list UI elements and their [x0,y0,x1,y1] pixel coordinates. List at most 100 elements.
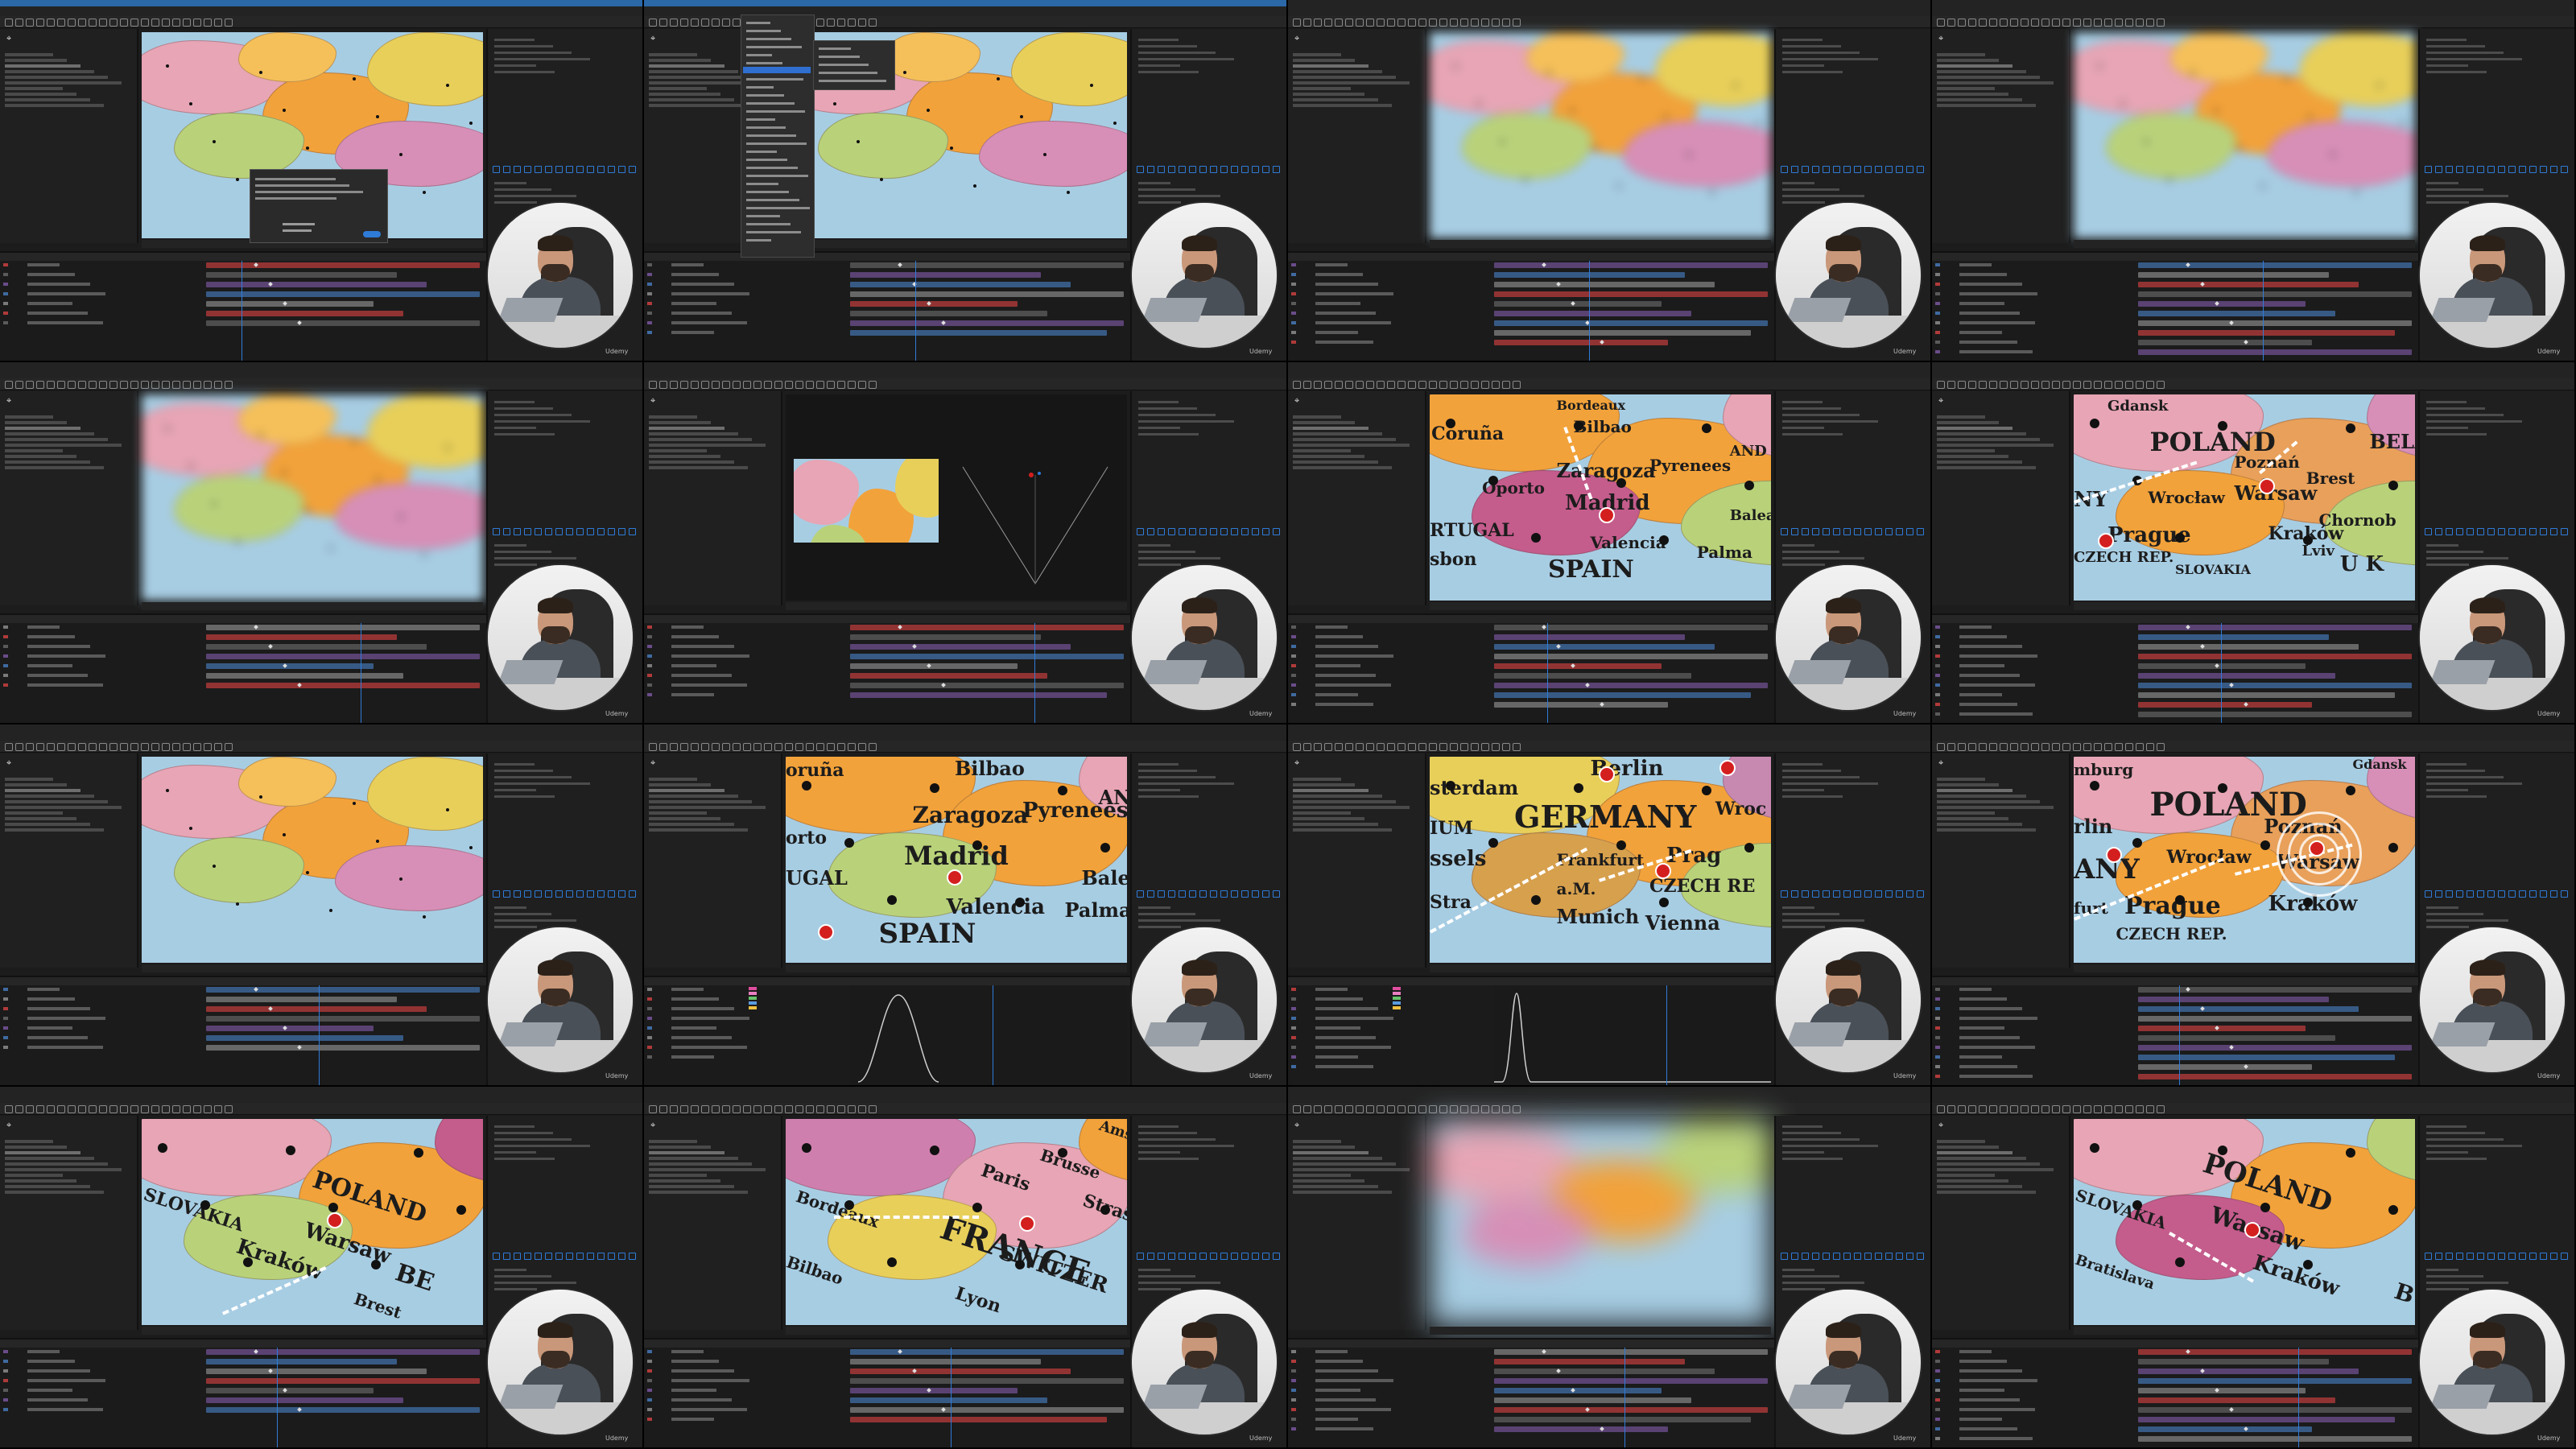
tool-icon[interactable] [722,743,730,751]
tool-icon[interactable] [2115,1105,2123,1113]
submenu-item[interactable] [819,64,869,66]
panel-item[interactable] [1138,64,1180,67]
layer-bar[interactable] [850,262,1124,268]
layer-bar[interactable] [2138,663,2306,669]
align-icon[interactable] [2508,1253,2516,1260]
layer-bar[interactable] [850,1417,1107,1422]
align-icon[interactable] [2477,890,2484,898]
align-icon[interactable] [1220,166,1228,173]
layer-bar[interactable] [2138,1426,2312,1432]
panel-item[interactable] [494,551,551,553]
layer-bar[interactable] [2138,1064,2312,1070]
project-item[interactable] [649,795,738,798]
project-item[interactable] [649,778,697,781]
project-item[interactable] [1293,93,1364,96]
project-item[interactable] [1937,778,1985,781]
tool-icon[interactable] [649,19,657,27]
tool-icon[interactable] [2104,381,2112,389]
align-icon[interactable] [1199,1253,1207,1260]
project-item[interactable] [1937,53,1985,56]
panel-item[interactable] [2426,414,2504,416]
tool-icon[interactable] [1513,1105,1521,1113]
layer-row[interactable] [647,1378,840,1383]
align-icon[interactable] [1917,890,1924,898]
tool-icon[interactable] [162,19,170,27]
tool-icon[interactable] [15,743,23,751]
tool-icon[interactable] [1989,743,1997,751]
project-item[interactable] [1293,449,1351,452]
panel-item[interactable] [2426,64,2468,67]
layer-bar[interactable] [1494,301,1662,307]
align-icon[interactable] [1252,166,1259,173]
tool-icon[interactable] [2062,743,2070,751]
tool-icon[interactable] [691,381,699,389]
align-icon[interactable] [493,1253,500,1260]
panel-item[interactable] [494,1275,551,1278]
align-icon[interactable] [2446,1253,2453,1260]
project-item[interactable] [5,778,53,781]
tool-icon[interactable] [1471,381,1479,389]
panel-item[interactable] [2426,1138,2504,1141]
layer-row[interactable] [1291,1378,1484,1383]
ok-button[interactable] [363,231,381,237]
tool-icon[interactable] [2031,381,2039,389]
project-item[interactable] [649,1140,697,1143]
align-icon[interactable] [576,1253,584,1260]
tool-icon[interactable] [2136,381,2144,389]
project-item[interactable] [1937,828,2036,832]
project-item[interactable] [5,81,122,85]
layer-row[interactable] [1291,320,1484,325]
layer-row[interactable] [647,1368,840,1373]
tool-icon[interactable] [1492,1105,1500,1113]
align-icon[interactable] [514,166,521,173]
tool-icon[interactable] [1418,743,1426,751]
layer-bar[interactable] [1494,702,1668,708]
project-item[interactable] [1937,823,2022,826]
align-icon[interactable] [1823,1253,1830,1260]
align-icon[interactable] [2446,166,2453,173]
tool-icon[interactable] [141,743,149,751]
layer-bar[interactable] [850,1378,1124,1384]
layer-bar[interactable] [206,1349,480,1355]
panel-item[interactable] [1138,433,1199,436]
layer-row[interactable] [1935,320,2128,325]
align-icon[interactable] [2550,166,2557,173]
layer-row[interactable] [647,1055,840,1059]
align-icon[interactable] [493,890,500,898]
layer-row[interactable] [1935,301,2128,306]
align-icon[interactable] [1843,890,1851,898]
align-icon[interactable] [1210,890,1217,898]
panel-item[interactable] [1782,71,1843,73]
align-icon[interactable] [1906,890,1913,898]
panel-item[interactable] [2426,1145,2522,1147]
align-icon[interactable] [1875,890,1882,898]
project-item[interactable] [1293,795,1382,798]
project-item[interactable] [1937,70,2026,73]
align-icon[interactable] [566,166,573,173]
tool-icon[interactable] [1460,743,1468,751]
panel-item[interactable] [494,414,572,416]
align-icon[interactable] [2477,166,2484,173]
project-item[interactable] [1293,806,1410,809]
tool-icon[interactable] [1366,19,1374,27]
project-item[interactable] [1937,421,1999,424]
align-icon[interactable] [1273,528,1280,535]
panel-item[interactable] [494,420,590,423]
project-item[interactable] [1293,460,1378,464]
align-icon[interactable] [1189,166,1196,173]
layer-row[interactable] [1291,330,1484,335]
tool-icon[interactable] [2073,743,2081,751]
tool-icon[interactable] [162,743,170,751]
align-icon[interactable] [587,890,594,898]
align-icon[interactable] [1843,1253,1851,1260]
layer-row[interactable] [3,654,196,658]
layer-bar[interactable] [2138,1359,2329,1364]
tool-icon[interactable] [1979,743,1987,751]
menu-item[interactable] [746,110,805,113]
tool-icon[interactable] [722,1105,730,1113]
project-item[interactable] [1937,806,2054,809]
panel-item[interactable] [1782,544,1814,547]
tool-icon[interactable] [691,743,699,751]
tool-icon[interactable] [785,381,793,389]
layer-row[interactable] [3,1368,196,1373]
